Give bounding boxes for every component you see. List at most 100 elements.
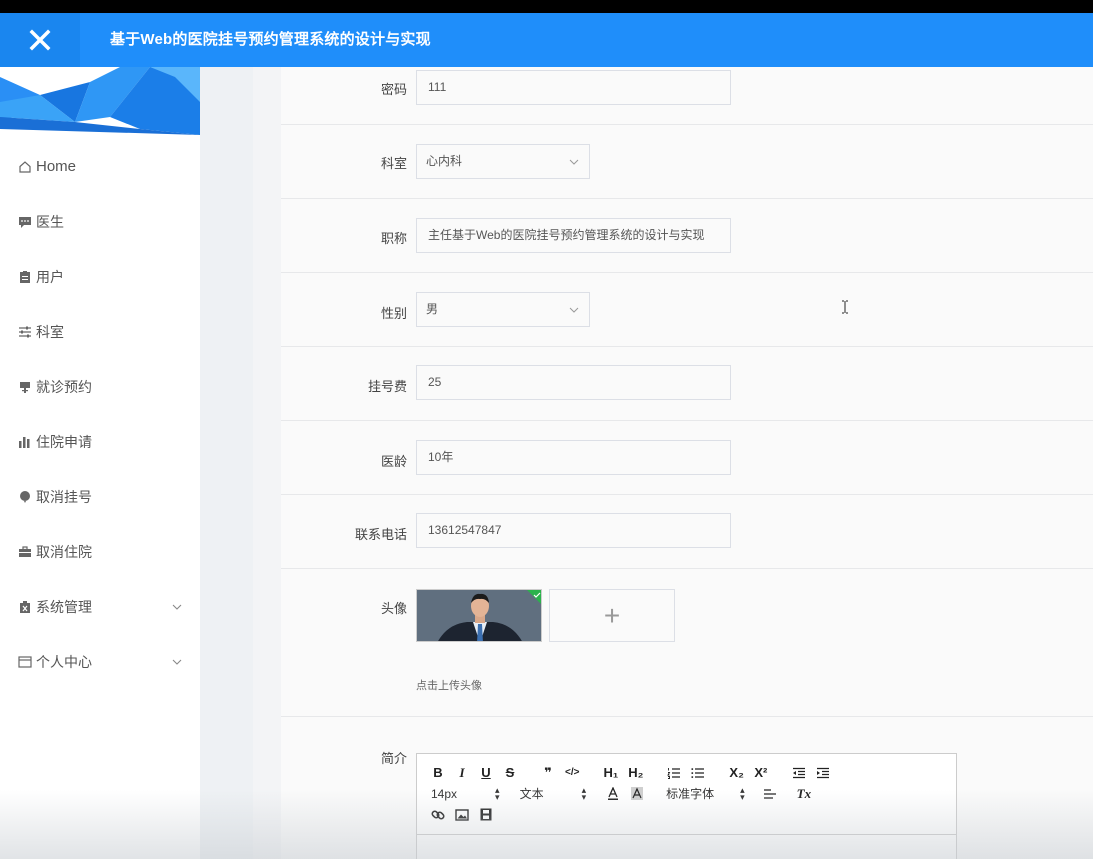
avatar-thumbnail[interactable] xyxy=(416,589,542,642)
toolbar-row-2: 14px ▴ ▾ 文本 ▴ ▾ 标准字体 ▴ ▾ Tx xyxy=(431,783,956,804)
text-cursor-icon xyxy=(842,300,848,314)
video-button[interactable] xyxy=(479,806,493,824)
image-button[interactable] xyxy=(455,806,469,824)
header2-button[interactable]: H₂ xyxy=(628,764,643,782)
format-select[interactable]: 文本 ▴ ▾ xyxy=(520,785,587,802)
gender-select[interactable]: 男 xyxy=(416,292,590,327)
avatar-upload-button[interactable]: + xyxy=(549,589,675,642)
trash-icon xyxy=(18,600,32,614)
sidebar-item-appointment[interactable]: 就诊预约 xyxy=(0,359,200,414)
video-icon xyxy=(480,808,492,821)
content-gutter xyxy=(200,67,253,859)
header1-button[interactable]: H₁ xyxy=(603,764,618,782)
gender-label: 性别 xyxy=(380,306,407,321)
background-color-icon xyxy=(631,787,644,800)
avatar-label: 头像 xyxy=(380,601,407,616)
sidebar: Home 医生 用户 科室 就诊预约 住院申请 取消挂号 取消住院 系统管理 个… xyxy=(0,67,200,859)
avatar-image xyxy=(417,590,541,641)
doctor-form: 密码 111 科室 心内科 职称 主任基于Web的医院挂号预约管理系统的设计与实… xyxy=(281,67,1093,859)
home-icon xyxy=(18,160,32,174)
form-row-password: 密码 111 xyxy=(281,67,1093,125)
font-color-button[interactable] xyxy=(606,785,620,803)
sidebar-item-cancel-hospitalization[interactable]: 取消住院 xyxy=(0,524,200,579)
image-icon xyxy=(455,808,469,821)
avatar-upload-hint: 点击上传头像 xyxy=(416,680,482,692)
phone-input[interactable]: 13612547847 xyxy=(416,513,731,548)
bullet-list-button[interactable] xyxy=(691,764,705,782)
main-content: 密码 111 科室 心内科 职称 主任基于Web的医院挂号预约管理系统的设计与实… xyxy=(253,67,1093,859)
fee-input[interactable]: 25 xyxy=(416,365,731,400)
link-button[interactable] xyxy=(431,806,445,824)
sidebar-banner xyxy=(0,67,200,135)
sidebar-item-label: 科室 xyxy=(36,323,64,340)
sidebar-item-label: 医生 xyxy=(36,213,64,230)
strike-button[interactable]: S xyxy=(503,764,517,782)
balloon-icon xyxy=(18,490,32,504)
background-color-button[interactable] xyxy=(630,785,644,803)
indent-icon xyxy=(816,767,829,778)
font-size-select[interactable]: 14px ▴ ▾ xyxy=(431,784,500,802)
code-block-button[interactable]: </> xyxy=(565,764,579,782)
bullet-list-icon xyxy=(691,767,705,778)
sidebar-item-label: Home xyxy=(36,158,77,175)
sidebar-item-user[interactable]: 用户 xyxy=(0,249,200,304)
updown-icon: ▴ ▾ xyxy=(495,784,500,802)
sidebar-item-department[interactable]: 科室 xyxy=(0,304,200,359)
indent-button[interactable] xyxy=(816,764,830,782)
blockquote-button[interactable]: ❞ xyxy=(541,764,555,782)
ordered-list-icon xyxy=(667,767,681,779)
clean-format-button[interactable]: Tx xyxy=(797,785,811,803)
sign-icon xyxy=(18,380,32,394)
title-label: 职称 xyxy=(380,231,407,246)
sidebar-item-label: 用户 xyxy=(36,268,64,285)
seniority-input[interactable]: 10年 xyxy=(416,440,731,475)
sidebar-item-label: 个人中心 xyxy=(36,653,92,670)
chevron-down-icon xyxy=(569,159,579,165)
close-icon xyxy=(29,29,51,51)
superscript-button[interactable]: X² xyxy=(754,764,768,782)
rich-text-editor: B I U S ❞ </> H₁ H₂ X₂ X² 14px ▴ ▾ 文本 ▴ … xyxy=(416,753,957,859)
font-family-select[interactable]: 标准字体 ▴ ▾ xyxy=(666,785,745,802)
phone-label: 联系电话 xyxy=(354,527,407,542)
sidebar-item-hospitalization[interactable]: 住院申请 xyxy=(0,414,200,469)
department-select[interactable]: 心内科 xyxy=(416,144,590,179)
form-row-title: 职称 主任基于Web的医院挂号预约管理系统的设计与实现 xyxy=(281,199,1093,273)
form-row-seniority: 医龄 10年 xyxy=(281,421,1093,495)
bold-button[interactable]: B xyxy=(431,764,445,782)
chat-icon xyxy=(18,215,32,229)
ordered-list-button[interactable] xyxy=(667,764,681,782)
chevron-down-icon xyxy=(172,659,182,665)
sidebar-item-system-management[interactable]: 系统管理 xyxy=(0,579,200,634)
updown-icon: ▴ ▾ xyxy=(581,784,587,802)
font-color-icon xyxy=(608,787,619,800)
align-button[interactable] xyxy=(763,785,777,803)
plus-icon: + xyxy=(603,599,621,631)
chevron-down-icon xyxy=(172,604,182,610)
font-family-value: 标准字体 xyxy=(666,787,715,801)
form-row-fee: 挂号费 25 xyxy=(281,347,1093,421)
sidebar-item-label: 取消挂号 xyxy=(36,488,92,505)
sidebar-item-doctor[interactable]: 医生 xyxy=(0,194,200,249)
password-input[interactable]: 111 xyxy=(416,70,731,105)
window-icon xyxy=(18,655,32,669)
form-row-avatar: 头像 + 点击上传头像 xyxy=(281,569,1093,717)
sidebar-item-personal-center[interactable]: 个人中心 xyxy=(0,634,200,689)
underline-button[interactable]: U xyxy=(479,764,493,782)
sidebar-menu: Home 医生 用户 科室 就诊预约 住院申请 取消挂号 取消住院 系统管理 个… xyxy=(0,139,200,689)
close-button[interactable] xyxy=(0,13,80,67)
editor-content[interactable] xyxy=(417,834,956,859)
outdent-button[interactable] xyxy=(792,764,806,782)
format-value: 文本 xyxy=(519,787,544,801)
form-row-department: 科室 心内科 xyxy=(281,125,1093,199)
sidebar-item-home[interactable]: Home xyxy=(0,139,200,194)
app-header: 基于Web的医院挂号预约管理系统的设计与实现 xyxy=(0,13,1093,67)
italic-button[interactable]: I xyxy=(455,764,469,782)
fee-label: 挂号费 xyxy=(367,379,407,394)
top-black-strip xyxy=(0,0,1093,13)
sidebar-item-cancel-registration[interactable]: 取消挂号 xyxy=(0,469,200,524)
form-row-gender: 性别 男 xyxy=(281,273,1093,347)
title-input[interactable]: 主任基于Web的医院挂号预约管理系统的设计与实现 xyxy=(416,218,731,253)
updown-icon: ▴ ▾ xyxy=(740,784,745,802)
subscript-button[interactable]: X₂ xyxy=(729,764,743,782)
form-row-phone: 联系电话 13612547847 xyxy=(281,495,1093,569)
